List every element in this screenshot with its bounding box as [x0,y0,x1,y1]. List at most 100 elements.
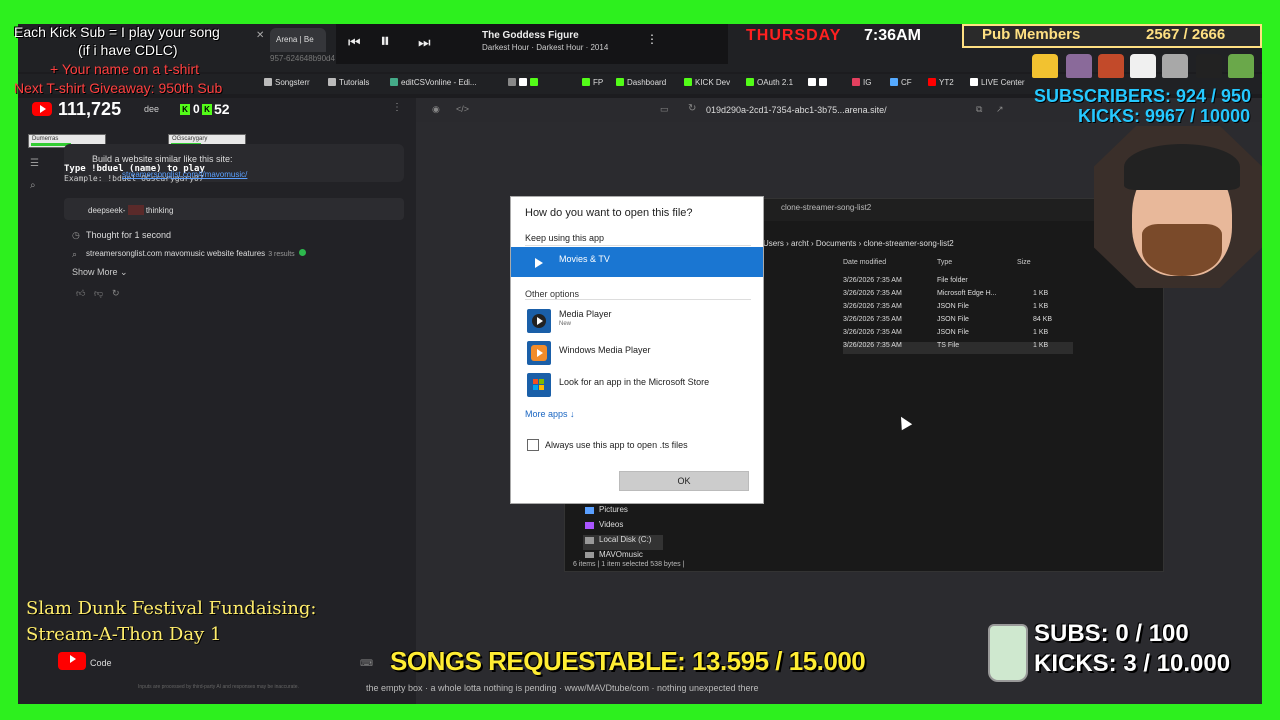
bookmark-editcsv[interactable]: editCSVonline - Edi... [390,78,477,87]
tshirt-icon [1032,54,1058,78]
subs-goal-bottom: SUBS: 0 / 100 [1034,620,1189,647]
file-row[interactable]: 3/26/2026 7:35 AM File folder [843,277,1073,289]
always-use-checkbox[interactable] [527,439,539,451]
microsoft-store-icon [527,373,551,397]
code-view-icon[interactable]: </> [456,104,469,114]
divider [525,245,751,246]
kick-count: 52 [214,101,230,117]
other-options-heading: Other options [525,289,580,299]
twitch-stat: dee [144,104,160,114]
column-size[interactable]: Size [1017,259,1031,266]
tshirt-giveaway: Next T-shirt Giveaway: 950th Sub [14,80,223,96]
app-option-windows-media-player[interactable]: Windows Media Player [511,337,763,367]
youtube-subscriber-count: 111,725 [58,99,122,119]
preview-icon[interactable]: ◉ [432,104,440,115]
bookmark-songsterr[interactable]: Songsterr [264,78,310,87]
bookmark-fp[interactable]: FP [582,78,603,87]
build-prompt: Build a website similar like this site: [92,154,233,164]
movies-tv-icon [527,251,551,275]
media-player-icon [527,309,551,333]
tshirt-icon [1196,54,1222,78]
explorer-nav-pane: Pictures Videos Local Disk (C:) MAVOmusi… [583,505,663,558]
divider [525,299,751,300]
kick-icon: K [180,104,190,115]
search-summary: streamersonglist.com mavomusic website f… [86,249,306,258]
explorer-status-bar: 6 items | 1 item selected 538 bytes | [573,561,685,568]
site-url[interactable]: 019d290a-2cd1-7354-abc1-3b75...arena.sit… [706,105,887,115]
bookmark-live-center[interactable]: LIVE Center [970,78,1025,87]
send-icon[interactable]: ⌨ [360,658,373,669]
nav-local-disk[interactable]: Local Disk (C:) [583,535,663,550]
song-subtitle: Darkest Hour · Darkest Hour · 2014 [482,43,609,52]
kick-icon-2: K [202,104,212,115]
song-title: The Goddess Figure [482,30,579,41]
refresh-icon[interactable]: ↻ [688,103,696,114]
bookmark-yt2[interactable]: YT2 [928,78,954,87]
bookmark-icons[interactable] [508,78,541,87]
check-icon [298,249,306,256]
file-row[interactable]: 3/26/2026 7:35 AM JSON File 1 KB [843,329,1073,341]
bookmark-social[interactable] [808,78,830,87]
app-option-media-player[interactable]: Media Player New [511,305,763,335]
file-row[interactable]: 3/26/2026 7:35 AM Microsoft Edge H... 1 KB [843,290,1073,302]
songlist-link[interactable]: streamersonglist.com/t/mavomusic/ [122,170,247,179]
browser-tab[interactable]: Arena | Be [270,28,326,52]
bookmark-oauth[interactable]: OAuth 2.1 [746,78,793,87]
show-more-button[interactable]: Show More ⌄ [72,267,128,278]
regenerate-icon[interactable]: ↻ [112,288,120,299]
open-external-icon[interactable]: ↗ [996,104,1004,115]
keep-using-heading: Keep using this app [525,233,605,243]
scrolling-ticker: the empty box · a whole lotta nothing is… [366,683,759,693]
bookmark-kick-dev[interactable]: KICK Dev [684,78,730,87]
column-date-modified[interactable]: Date modified [843,259,886,266]
list-icon[interactable]: ☰ [30,158,39,169]
app-label: Movies & TV [559,254,610,264]
tshirt-icon [1162,54,1188,78]
thumbs-down-icon[interactable]: 👎︎ [94,288,103,299]
window-icon[interactable]: ▭ [660,104,669,115]
nav-videos[interactable]: Videos [583,520,663,535]
windows-media-player-icon [527,341,551,365]
more-vertical-icon[interactable]: ⋮ [646,32,658,46]
nav-mavomusic[interactable]: MAVOmusic [583,550,663,558]
pub-members-count: 2567 / 2666 [1146,26,1226,43]
code-label: Code [90,658,112,668]
bookmark-tutorials[interactable]: Tutorials [328,78,369,87]
tshirt-icon [1228,54,1254,78]
app-option-microsoft-store[interactable]: Look for an app in the Microsoft Store [511,369,763,399]
explorer-path[interactable]: Users › archt › Documents › clone-stream… [763,239,1099,253]
bookmark-ig[interactable]: IG [852,78,871,87]
app-label: Look for an app in the Microsoft Store [559,377,710,387]
file-row-selected[interactable]: 3/26/2026 7:35 AM TS File 1 KB [843,342,1073,354]
column-type[interactable]: Type [937,259,952,266]
pause-icon[interactable]: ⏸ [380,30,390,53]
app-label: Media Player [559,309,612,319]
bookmark-dashboard[interactable]: Dashboard [616,78,666,87]
pub-members-label: Pub Members [982,26,1081,43]
more-apps-link[interactable]: More apps ↓ [525,409,575,419]
file-row[interactable]: 3/26/2026 7:35 AM JSON File 1 KB [843,303,1073,315]
tshirt-icon [1066,54,1092,78]
skip-previous-icon[interactable]: ⏮ [348,34,361,51]
bookmark-cf[interactable]: CF [890,78,912,87]
explorer-title: clone-streamer-song-list2 [781,203,872,212]
cdlc-note-overlay: (if i have CDLC) [78,42,178,58]
webcam-beard [1142,224,1222,276]
close-icon[interactable]: ✕ [256,30,264,41]
kick-stat: 0 [193,102,200,116]
nav-pictures[interactable]: Pictures [583,505,663,520]
file-row[interactable]: 3/26/2026 7:35 AM JSON File 84 KB [843,316,1073,328]
url-fragment: 957-624648b90d4 [270,54,335,63]
thought-duration: Thought for 1 second [86,230,172,240]
subscriber-goal: SUBSCRIBERS: 924 / 950 [1034,86,1252,106]
more-options-icon[interactable]: ⋮ [392,102,402,113]
app-label: Windows Media Player [559,345,651,355]
search-icon[interactable]: ⌕ [30,180,36,191]
copy-icon[interactable]: ⧉ [976,104,982,115]
music-player: ⏮ ⏸ ⏭ The Goddess Figure Darkest Hour · … [336,24,728,64]
day-label: THURSDAY [746,27,842,44]
app-option-movies-tv[interactable]: Movies & TV [511,247,763,277]
thumbs-up-icon[interactable]: 👍︎ [76,288,85,299]
ok-button[interactable]: OK [619,471,749,491]
skip-next-icon[interactable]: ⏭ [418,34,431,51]
